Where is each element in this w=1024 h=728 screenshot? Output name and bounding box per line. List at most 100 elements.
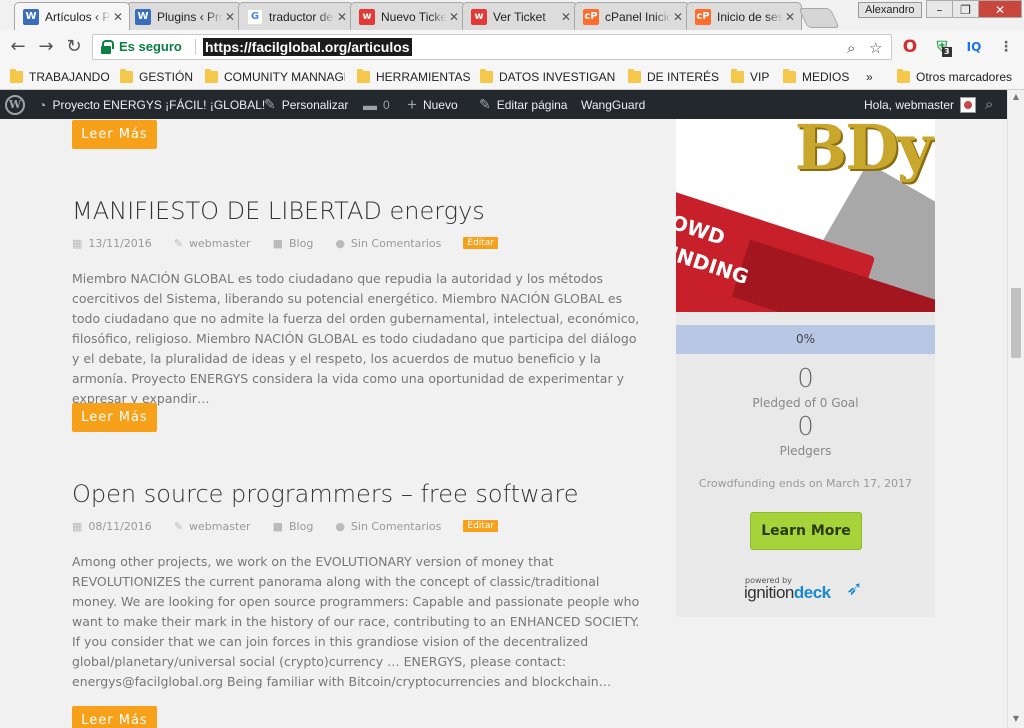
bookmark-folder-interes[interactable]: DE INTERÉS — [628, 68, 724, 86]
wangguard-link[interactable]: WangGuard — [581, 90, 645, 119]
google-favicon-icon: G — [247, 8, 263, 25]
url-text[interactable]: https://facilglobal.org/articulos — [203, 38, 412, 56]
close-window-icon[interactable]: ✕ — [978, 0, 1022, 18]
scroll-up-arrow-icon[interactable]: ▲ — [1011, 92, 1021, 102]
tab-title: traductor de google — [269, 9, 335, 24]
close-tab-icon[interactable]: ✕ — [671, 10, 685, 24]
restore-icon[interactable]: ❐ — [952, 0, 979, 18]
comments-link[interactable]: ▬ 0 — [363, 90, 390, 119]
secure-label[interactable]: Es seguro — [119, 39, 182, 54]
zoom-icon[interactable]: ⌕ — [847, 39, 855, 57]
close-tab-icon[interactable]: ✕ — [447, 10, 461, 24]
pledgers-count: 0 — [797, 412, 814, 442]
bookmark-folder-medios[interactable]: MEDIOS — [783, 68, 853, 86]
post-category-link[interactable]: Blog — [289, 520, 313, 533]
tab-ver-ticket[interactable]: w Ver Ticket ✕ — [462, 2, 578, 30]
shield-extension-icon[interactable]: ⛨3 — [932, 37, 952, 57]
post-author-link[interactable]: webmaster — [189, 237, 251, 250]
tab-traductor[interactable]: G traductor de google ✕ — [238, 2, 354, 30]
close-tab-icon[interactable]: ✕ — [559, 10, 573, 24]
wordpress-favicon-icon: W — [23, 8, 39, 25]
edit-post-link[interactable]: Editar — [463, 237, 499, 249]
forward-arrow-icon[interactable]: → — [34, 35, 58, 59]
read-more-button[interactable]: Leer Más — [72, 120, 157, 149]
customize-link[interactable]: ✎ Personalizar — [264, 90, 348, 119]
bookmark-folder-gestion[interactable]: GESTIÓN — [120, 68, 196, 86]
bookmark-folder-vip[interactable]: VIP — [731, 68, 775, 86]
edit-post-link[interactable]: Editar — [463, 520, 499, 532]
extension-badge: 3 — [942, 47, 952, 57]
bookmark-folder-otros[interactable]: Otros marcadores — [897, 68, 1022, 86]
search-icon[interactable]: ⌕ — [985, 90, 993, 119]
browser-tab-strip: W Artículos ‹ Proyecto ENERGYS ✕ W Plugi… — [0, 0, 1024, 30]
brush-icon: ✎ — [264, 96, 276, 112]
folder-icon — [783, 69, 796, 83]
close-tab-icon[interactable]: ✕ — [223, 10, 237, 24]
crowdfunding-image: OWD UNDING BDy — [676, 119, 935, 312]
wordpress-favicon-icon: W — [135, 8, 151, 25]
back-arrow-icon[interactable]: ← — [6, 35, 30, 59]
pencil-icon: ✎ — [173, 236, 184, 250]
tab-title: Nuevo Ticket — [381, 9, 447, 24]
account-menu[interactable]: Hola, webmaster — [864, 90, 977, 119]
tab-nuevo-ticket[interactable]: w Nuevo Ticket ✕ — [350, 2, 466, 30]
avatar — [960, 96, 977, 113]
profile-button[interactable]: Alexandro — [858, 2, 922, 18]
tab-title: Inicio de sesión — [717, 9, 783, 24]
post-author-link[interactable]: webmaster — [189, 520, 251, 533]
bookmark-star-icon[interactable]: ☆ — [869, 39, 882, 57]
tab-inicio-sesion[interactable]: cP Inicio de sesión ✕ — [686, 2, 802, 30]
folder-icon — [357, 69, 370, 83]
lock-icon[interactable] — [101, 40, 114, 54]
page-content: Leer Más MANIFIESTO DE LIBERTAD energys … — [0, 119, 1007, 728]
new-tab-button[interactable] — [798, 8, 840, 28]
iq-extension-icon[interactable]: IQ — [964, 37, 984, 57]
bookmark-folder-comunity[interactable]: COMUNITY MANNAGER — [205, 68, 345, 86]
folder-icon — [10, 69, 23, 83]
post-comments-link[interactable]: Sin Comentarios — [351, 520, 441, 533]
divider — [195, 39, 196, 55]
close-tab-icon[interactable]: ✕ — [111, 10, 125, 24]
scroll-thumb[interactable] — [1011, 288, 1021, 358]
bookmarks-overflow-button[interactable]: » — [866, 68, 882, 86]
opera-extension-icon[interactable]: O — [900, 37, 920, 57]
rocket-icon: ➶ — [846, 576, 863, 600]
read-more-button[interactable]: Leer Más — [72, 403, 157, 432]
tab-cpanel[interactable]: cP cPanel Inicio ✕ — [574, 2, 690, 30]
pledged-label: Pledged of 0 Goal — [752, 396, 859, 410]
wordpress-logo-icon: W — [5, 94, 25, 115]
post-meta: ▦ 13/11/2016 ✎ webmaster ■ Blog ● Sin Coment… — [72, 235, 499, 251]
scroll-down-arrow-icon[interactable]: ▼ — [1011, 714, 1021, 724]
bookmark-folder-herramientas[interactable]: HERRAMIENTAS — [357, 68, 471, 86]
pledged-amount: 0 — [797, 364, 814, 394]
tab-articulos[interactable]: W Artículos ‹ Proyecto ENERGYS ✕ — [14, 2, 130, 30]
ignitiondeck-logo[interactable]: ignitiondeck — [744, 583, 831, 603]
tab-title: Plugins ‹ Proyecto — [157, 9, 223, 24]
post-comments-link[interactable]: Sin Comentarios — [351, 237, 441, 250]
post-title-link[interactable]: Open source programmers – free software — [72, 480, 578, 508]
post-category-link[interactable]: Blog — [289, 237, 313, 250]
reload-icon[interactable]: ↻ — [62, 35, 86, 59]
tab-plugins[interactable]: W Plugins ‹ Proyecto ✕ — [126, 2, 242, 30]
pledgers-label: Pledgers — [779, 444, 832, 458]
post-date: 13/11/2016 — [88, 236, 152, 250]
address-bar[interactable]: Es seguro https://facilglobal.org/articu… — [92, 34, 892, 60]
new-content-menu[interactable]: + Nuevo — [407, 90, 458, 119]
post-title-link[interactable]: MANIFIESTO DE LIBERTAD energys — [72, 197, 485, 225]
read-more-button[interactable]: Leer Más — [72, 706, 157, 728]
post-date: 08/11/2016 — [88, 519, 152, 533]
site-name-link[interactable]: ◔ Proyecto ENERGYS ¡FÁCIL! ¡GLOBAL! — [38, 90, 265, 119]
wordpress-menu[interactable]: W — [5, 90, 25, 119]
menu-icon[interactable]: ⋮ — [996, 37, 1016, 57]
close-tab-icon[interactable]: ✕ — [783, 10, 797, 24]
page-scrollbar[interactable]: ▲ ▼ — [1007, 90, 1024, 728]
minimize-icon[interactable]: – — [926, 0, 953, 18]
bookmark-folder-datos[interactable]: DATOS INVESTIGANDO — [480, 68, 616, 86]
folder-icon — [731, 69, 744, 83]
bookmark-folder-trabajando[interactable]: TRABAJANDO — [10, 68, 112, 86]
edit-page-link[interactable]: ✎ Editar página — [479, 90, 567, 119]
close-tab-icon[interactable]: ✕ — [335, 10, 349, 24]
pencil-icon: ✎ — [173, 519, 184, 533]
learn-more-button[interactable]: Learn More — [750, 512, 862, 550]
calendar-icon: ▦ — [72, 519, 83, 533]
